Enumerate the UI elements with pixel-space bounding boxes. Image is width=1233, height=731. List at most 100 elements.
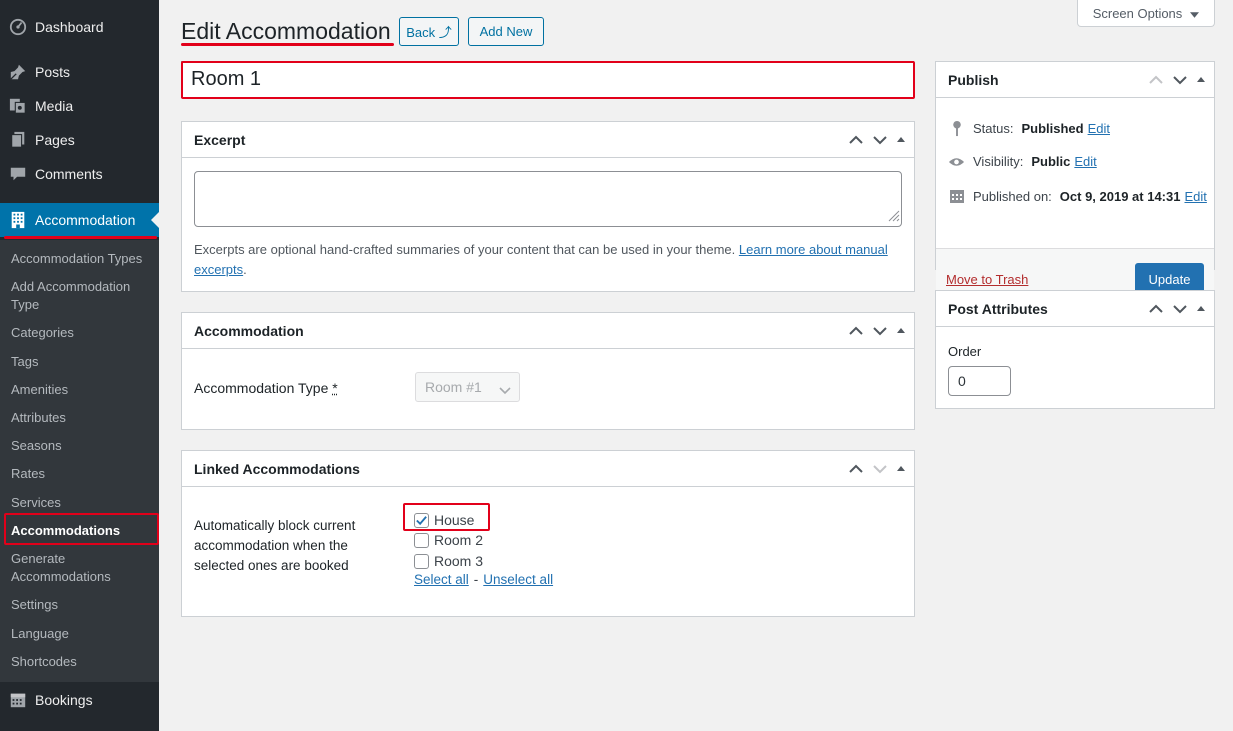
published-on-row: Published on: Oct 9, 2019 at 14:31 Edit [948,188,1207,204]
linked-option-house[interactable]: House [414,512,474,528]
accommodation-submenu: Accommodation Types Add Accommodation Ty… [0,240,159,682]
checkbox-room-3[interactable] [414,553,429,569]
linked-option-room-2[interactable]: Room 2 [414,532,483,548]
menu-comments[interactable]: Comments [0,157,159,191]
linked-option-room-3[interactable]: Room 3 [414,553,483,569]
linked-handle-actions [846,451,908,487]
attributes-heading: Post Attributes [948,300,1048,317]
resize-grip-icon[interactable] [888,210,900,225]
select-separator: - [473,572,479,587]
submenu-tags[interactable]: Tags [11,353,151,371]
toggle-panel-icon[interactable] [894,462,908,476]
dashboard-icon [0,18,35,36]
submenu-shortcodes[interactable]: Shortcodes [11,653,151,671]
select-links: Select all - Unselect all [414,572,553,587]
required-mark: * [332,380,338,396]
unselect-all-link[interactable]: Unselect all [483,572,553,587]
submenu-add-accommodation-type[interactable]: Add Accommodation Type [11,278,151,314]
calendar-icon [948,188,965,204]
menu-dashboard[interactable]: Dashboard [0,10,159,44]
edit-status-link[interactable]: Edit [1088,121,1110,136]
submenu-accommodation-types[interactable]: Accommodation Types [11,250,151,268]
excerpt-description-text: Excerpts are optional hand-crafted summa… [194,242,736,257]
caret-down-icon [1190,6,1200,21]
linked-option-label: Room 2 [434,532,484,548]
submenu-language[interactable]: Language [11,625,151,643]
toggle-panel-icon[interactable] [1194,302,1208,316]
menu-media[interactable]: Media [0,89,159,123]
move-up-icon[interactable] [846,321,866,341]
submenu-services[interactable]: Services [11,494,151,512]
publish-postbox: Publish Status: Published Edit Visibilit… [935,61,1215,304]
linked-header: Linked Accommodations [182,451,914,487]
excerpt-textarea[interactable] [194,171,902,227]
submenu-categories[interactable]: Categories [11,324,151,342]
pin-icon [948,120,965,137]
move-up-icon[interactable] [846,459,866,479]
menu-posts[interactable]: Posts [0,55,159,89]
checkmark-icon [416,515,427,525]
submenu-rates[interactable]: Rates [11,465,151,483]
excerpt-handle-actions [846,122,908,158]
move-down-icon[interactable] [1170,299,1190,319]
move-to-trash-link[interactable]: Move to Trash [946,272,1028,287]
edit-date-link[interactable]: Edit [1184,189,1206,204]
visibility-label: Visibility: [973,154,1024,169]
menu-accommodation[interactable]: Accommodation [0,203,159,237]
menu-posts-label: Posts [35,64,71,80]
back-button[interactable]: Back ⤴ [399,17,459,46]
checkbox-room-2[interactable] [414,532,429,548]
move-down-icon[interactable] [870,130,890,150]
menu-media-label: Media [35,98,74,114]
order-input[interactable]: 0 [948,366,1011,396]
visibility-row: Visibility: Public Edit [948,154,1097,169]
linked-label: Automatically block current accommodatio… [194,518,356,573]
submenu-accommodations[interactable]: Accommodations [11,522,151,540]
status-row: Status: Published Edit [948,120,1110,137]
order-label: Order [948,344,982,359]
edit-visibility-link[interactable]: Edit [1074,154,1096,169]
move-down-icon[interactable] [1170,70,1190,90]
menu-accommodation-label: Accommodation [35,212,136,228]
menu-dashboard-label: Dashboard [35,19,104,35]
status-value: Published [1021,121,1084,136]
submenu-settings[interactable]: Settings [11,596,151,614]
media-icon [0,97,35,115]
attributes-header: Post Attributes [936,291,1214,327]
excerpt-heading: Excerpt [194,131,246,148]
move-up-icon[interactable] [846,130,866,150]
menu-bookings[interactable]: Bookings [0,683,159,717]
toggle-panel-icon[interactable] [894,133,908,147]
accommodation-type-select: Room #1 [415,372,520,402]
publish-heading: Publish [948,71,999,88]
post-title-input[interactable]: Room 1 [181,61,914,98]
menu-pages[interactable]: Pages [0,123,159,157]
published-value: Oct 9, 2019 at 14:31 [1059,188,1181,204]
chevron-down-icon [499,382,511,398]
select-all-link[interactable]: Select all [414,572,469,587]
move-up-icon[interactable] [1146,299,1166,319]
submenu-seasons[interactable]: Seasons [11,437,151,455]
accommodation-type-label-text: Accommodation Type [194,380,329,396]
publish-header: Publish [936,62,1214,98]
accommodation-type-value: Room #1 [425,379,482,395]
current-menu-arrow [151,212,159,228]
submenu-generate-accommodations[interactable]: Generate Accommodations [11,550,151,586]
linked-heading: Linked Accommodations [194,460,360,477]
checkbox-house[interactable] [414,512,429,528]
add-new-button[interactable]: Add New [468,17,544,46]
screen-options-button[interactable]: Screen Options [1077,0,1215,27]
submenu-attributes[interactable]: Attributes [11,409,151,427]
move-up-icon [1146,70,1166,90]
menu-bookings-label: Bookings [35,692,93,708]
attributes-handle-actions [1146,291,1208,327]
submenu-amenities[interactable]: Amenities [11,381,151,399]
toggle-panel-icon[interactable] [1194,73,1208,87]
accommodation-handle-actions [846,313,908,349]
move-down-icon[interactable] [870,321,890,341]
visibility-value: Public [1031,154,1071,169]
toggle-panel-icon[interactable] [894,324,908,338]
menu-pages-label: Pages [35,132,75,148]
excerpt-header: Excerpt [182,122,914,158]
linked-option-label: House [434,512,475,528]
